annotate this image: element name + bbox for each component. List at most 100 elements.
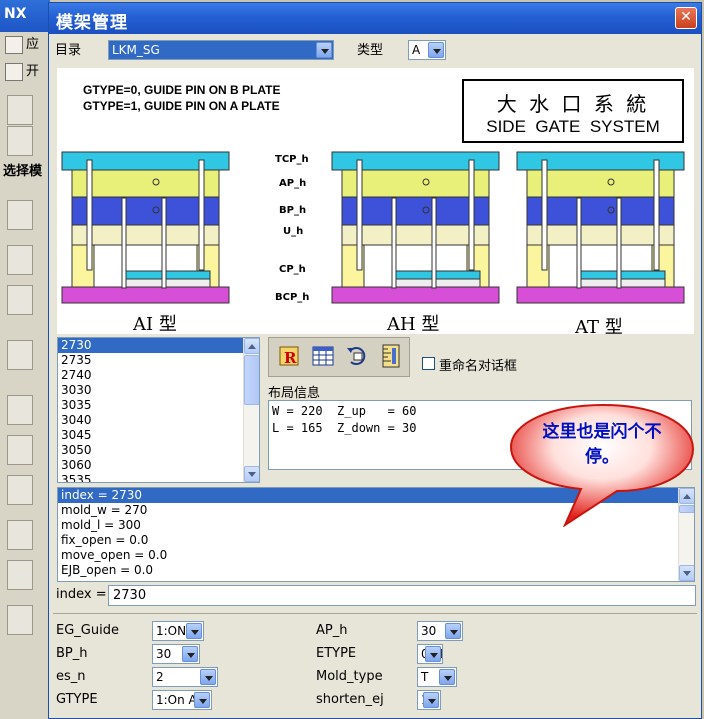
type-ah-caption: AH 型 — [387, 314, 440, 335]
return-pin — [616, 197, 622, 289]
nx-titlebar: NX — [0, 0, 50, 32]
nx-tool-12[interactable] — [7, 605, 33, 635]
expression-item[interactable]: move_open = 0.0 — [58, 548, 678, 563]
label-ap-h: AP_h — [279, 178, 307, 189]
close-button[interactable]: ✕ — [675, 7, 697, 29]
chevron-down-icon[interactable] — [186, 623, 202, 639]
nx-menu-start[interactable]: 开 — [2, 60, 48, 84]
chevron-down-icon[interactable] — [316, 42, 332, 58]
chevron-down-icon[interactable] — [445, 623, 461, 639]
param-select[interactable]: 30 — [417, 621, 463, 641]
return-pin — [161, 197, 167, 289]
system-title-en: SIDE GATE SYSTEM — [486, 117, 660, 136]
b-plate — [71, 196, 220, 226]
chevron-down-icon[interactable] — [425, 646, 441, 662]
a-plate — [341, 169, 490, 198]
param-select[interactable]: 0:M — [417, 644, 443, 664]
chevron-down-icon[interactable] — [200, 669, 216, 685]
nx-tool-11[interactable] — [7, 560, 33, 590]
size-list-item[interactable]: 2730 — [58, 338, 259, 353]
guide-pin — [468, 159, 475, 271]
param-select[interactable]: 2 — [152, 667, 218, 687]
chevron-down-icon[interactable] — [182, 646, 198, 662]
scroll-down-button[interactable] — [679, 565, 694, 581]
gtype0-note: GTYPE=0, GUIDE PIN ON B PLATE — [83, 83, 281, 97]
nx-tool-10[interactable] — [7, 520, 33, 550]
label-bcp-h: BCP_h — [275, 292, 310, 303]
param-select[interactable]: 10 — [417, 690, 441, 710]
nx-menu-application[interactable]: 应 — [2, 33, 48, 57]
bottom-clamp-plate — [331, 286, 500, 304]
chevron-down-icon[interactable] — [428, 42, 444, 58]
size-list-item[interactable]: 3035 — [58, 398, 259, 413]
scroll-down-button[interactable] — [244, 466, 259, 482]
param-label: shorten_ej — [316, 692, 384, 707]
size-list-item[interactable]: 3030 — [58, 383, 259, 398]
index-label: index = — [56, 587, 107, 602]
size-list-item[interactable]: 2740 — [58, 368, 259, 383]
index-input[interactable]: 2730 — [108, 585, 696, 606]
param-select[interactable]: 30 — [152, 644, 200, 664]
size-list[interactable]: 2730 2735 2740 3030 3035 3040 3045 3050 3060 3535 — [57, 337, 260, 483]
a-plate — [71, 169, 220, 198]
support-plate — [341, 224, 490, 246]
scroll-up-button[interactable] — [244, 338, 259, 354]
size-list-item[interactable]: 2735 — [58, 353, 259, 368]
callout-text: 这里也是闪个不停。 — [542, 422, 662, 467]
rename-dialog-label: 重命名对话框 — [439, 359, 518, 374]
expression-item[interactable]: fix_open = 0.0 — [58, 533, 678, 548]
bottom-clamp-plate — [516, 286, 685, 304]
return-pin — [121, 197, 127, 289]
nx-tool-8[interactable] — [7, 435, 33, 465]
nx-tool-6[interactable] — [7, 340, 33, 370]
return-pin — [391, 197, 397, 289]
size-list-item[interactable]: 3040 — [58, 413, 259, 428]
nx-tool-3[interactable] — [7, 200, 33, 230]
guide-pin — [198, 159, 205, 271]
return-pin — [576, 197, 582, 289]
ruler-icon[interactable] — [377, 342, 405, 370]
catalog-select[interactable]: LKM_SG — [108, 40, 334, 60]
nx-tool-5[interactable] — [7, 285, 33, 315]
type-ai-caption: AI 型 — [133, 314, 177, 335]
label-tcp-h: TCP_h — [275, 154, 309, 165]
rotate-icon[interactable] — [343, 342, 371, 370]
chevron-down-icon[interactable] — [423, 692, 439, 708]
gtype1-note: GTYPE=1, GUIDE PIN ON A PLATE — [83, 99, 280, 113]
layout-info-label: 布局信息 — [268, 386, 321, 401]
size-list-item[interactable]: 3060 — [58, 458, 259, 473]
chevron-down-icon[interactable] — [439, 669, 455, 685]
nx-tool-9[interactable] — [7, 475, 33, 505]
clock-icon[interactable] — [7, 395, 33, 425]
type-label: 类型 — [357, 43, 384, 58]
chevron-down-icon[interactable] — [194, 692, 210, 708]
scroll-thumb[interactable] — [244, 355, 259, 405]
return-pin — [431, 197, 437, 289]
param-label: Mold_type — [316, 669, 383, 684]
size-list-item[interactable]: 3050 — [58, 443, 259, 458]
size-list-item[interactable]: 3045 — [58, 428, 259, 443]
size-list-scrollbar[interactable] — [243, 338, 259, 482]
label-cp-h: CP_h — [279, 264, 306, 275]
nx-tool-2[interactable] — [7, 126, 33, 156]
application-icon — [5, 36, 23, 54]
size-list-item[interactable]: 3535 — [58, 473, 259, 482]
mold-base-manager-dialog: 模架管理 ✕ 目录 LKM_SG 类型 A GTYPE=0, GUIDE PIN… — [48, 2, 702, 719]
param-select[interactable]: 1:ON — [152, 621, 204, 641]
type-select[interactable]: A — [408, 40, 446, 60]
table-icon[interactable] — [309, 342, 337, 370]
param-select[interactable]: T — [417, 667, 457, 687]
separator — [53, 613, 697, 614]
param-label: BP_h — [56, 646, 88, 661]
rename-dialog-checkbox[interactable] — [422, 357, 435, 370]
nx-tool-4[interactable] — [7, 245, 33, 275]
expression-item[interactable]: EJB_open = 0.0 — [58, 563, 678, 578]
icon-toolbar: R — [268, 337, 410, 377]
nx-tool-1[interactable] — [7, 95, 33, 125]
svg-text:R: R — [284, 349, 297, 367]
b-plate — [526, 196, 675, 226]
r-icon[interactable]: R — [275, 342, 303, 370]
param-select[interactable]: 1:On A — [152, 690, 212, 710]
catalog-label: 目录 — [55, 43, 82, 58]
param-label: AP_h — [316, 623, 348, 638]
